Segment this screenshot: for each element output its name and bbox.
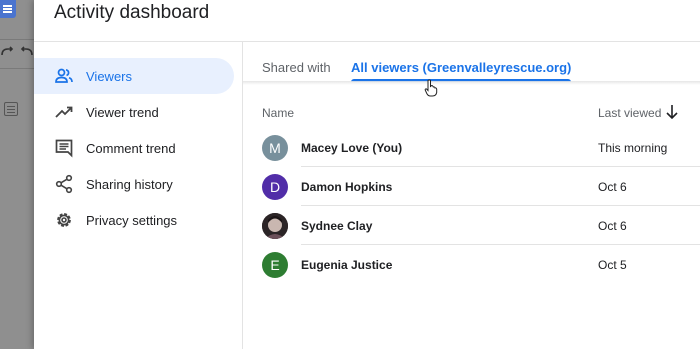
viewer-name: Macey Love (You) [301,141,403,155]
column-header-name: Name [262,106,295,120]
gear-icon [57,213,71,227]
undo-redo-icon [0,44,34,62]
tabs-divider [243,81,700,85]
tab-all-viewers[interactable]: All viewers (Greenvalleyrescue.org) [351,52,572,82]
table-row: Sydnee Clay Oct 6 [243,206,700,245]
avatar-photo [262,213,288,239]
tab-label: Shared with [262,60,331,75]
sidebar-item-comment-trend[interactable]: Comment trend [34,130,234,166]
share-icon [55,174,73,194]
sidebar-item-label: Comment trend [86,140,176,156]
last-viewed-value: This morning [598,141,668,155]
people-icon [55,68,73,83]
background-divider [0,68,34,69]
viewer-name: Damon Hopkins [301,180,393,194]
sidebar-item-label: Privacy settings [86,212,178,228]
dialog-title: Activity dashboard [54,2,210,23]
last-viewed-value: Oct 6 [598,180,627,194]
hand-cursor-icon [424,79,438,97]
viewer-name: Eugenia Justice [301,258,393,272]
sidebar-item-sharing-history[interactable]: Sharing history [34,166,234,202]
avatar: E [262,252,288,278]
avatar: M [262,135,288,161]
sidebar-item-label: Sharing history [86,176,173,192]
tab-label: All viewers (Greenvalleyrescue.org) [351,60,572,75]
sidebar-item-privacy-settings[interactable]: Privacy settings [34,202,234,238]
avatar: D [262,174,288,200]
sidebar-item-viewers[interactable]: Viewers [34,58,234,94]
last-viewed-value: Oct 5 [598,258,627,272]
last-viewed-value: Oct 6 [598,219,627,233]
sidebar-item-label: Viewer trend [86,104,159,120]
viewer-name: Sydnee Clay [301,219,373,233]
outline-icon [4,102,18,116]
activity-dashboard-dialog: Activity dashboard Viewers Viewer trend … [34,0,700,349]
table-row: D Damon Hopkins Oct 6 [243,167,700,206]
comment-icon [55,139,73,158]
tab-shared-with[interactable]: Shared with [262,52,331,82]
sidebar-item-label: Viewers [86,68,133,84]
column-header-last-viewed[interactable]: Last viewed [598,106,661,120]
sidebar-item-viewer-trend[interactable]: Viewer trend [34,94,234,130]
avatar-photo-icon [262,213,288,239]
background-divider [0,39,34,40]
arrow-down-icon[interactable] [664,103,680,121]
table-row: M Macey Love (You) This morning [243,128,700,167]
table-row: E Eugenia Justice Oct 5 [243,245,700,284]
header-divider [34,41,700,42]
docs-logo-icon [0,0,16,18]
trend-icon [55,106,73,118]
